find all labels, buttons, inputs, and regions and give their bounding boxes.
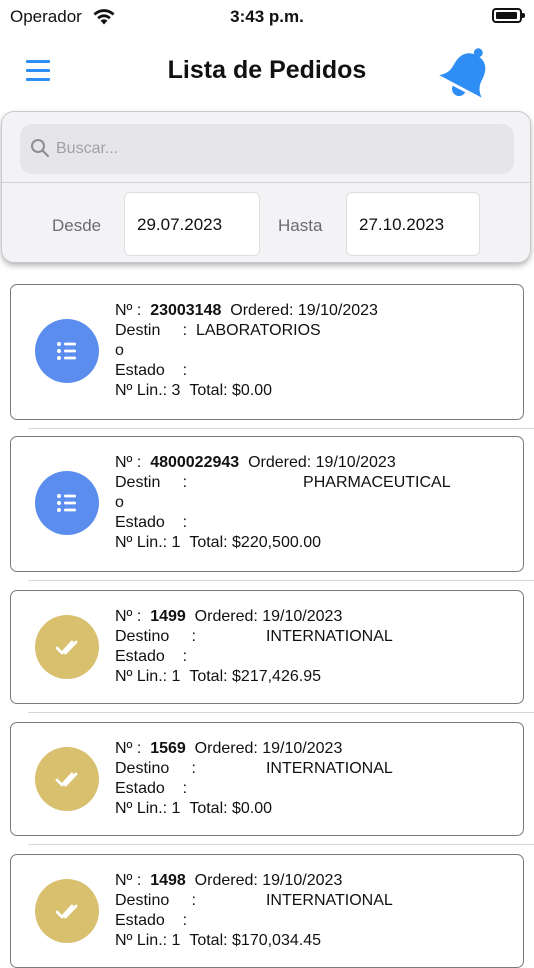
- order-card[interactable]: Nº : 23003148 Ordered: 19/10/2023 Destin…: [10, 284, 524, 420]
- destination-value: INTERNATIONAL: [265, 628, 393, 645]
- from-date-label: Desde: [52, 216, 102, 235]
- navigation-bar: Lista de Pedidos: [0, 36, 534, 108]
- line-count: Nº Lin.: 1: [115, 800, 181, 817]
- order-date: Ordered: 19/10/2023: [194, 872, 343, 889]
- order-card[interactable]: Nº : 1498 Ordered: 19/10/2023 Destino : I…: [10, 854, 524, 968]
- destination-label: Destino: [115, 892, 170, 909]
- search-bar[interactable]: [20, 124, 514, 174]
- order-number: 23003148: [150, 302, 222, 319]
- order-date: Ordered: 19/10/2023: [194, 740, 343, 757]
- order-total: Total: $220,500.00: [189, 534, 321, 551]
- status-colon: :: [182, 780, 188, 797]
- destination-label-wrap: o: [115, 342, 124, 359]
- to-date-field[interactable]: 27.10.2023: [346, 192, 480, 256]
- double-check-icon: [55, 772, 78, 787]
- clock: 3:43 p.m.: [230, 7, 304, 26]
- status-label: Estado: [115, 514, 165, 531]
- destination-label: Destin: [115, 474, 161, 491]
- order-number-label: Nº :: [115, 740, 142, 757]
- order-card[interactable]: Nº : 1569 Ordered: 19/10/2023 Destino : I…: [10, 722, 524, 836]
- status-bar: Operador 3:43 p.m.: [0, 0, 534, 36]
- destination-label: Destino: [115, 760, 170, 777]
- status-label: Estado: [115, 780, 165, 797]
- status-colon: :: [182, 912, 188, 929]
- to-date-label: Hasta: [278, 216, 323, 235]
- order-card[interactable]: Nº : 4800022943 Ordered: 19/10/2023 Dest…: [10, 436, 524, 572]
- list-icon: [57, 494, 76, 512]
- destination-value: PHARMACEUTICAL: [303, 474, 451, 491]
- order-number: 4800022943: [150, 454, 240, 471]
- double-check-icon: [55, 640, 78, 655]
- status-indicator: [35, 747, 99, 811]
- from-date-field[interactable]: 29.07.2023: [124, 192, 260, 256]
- line-count: Nº Lin.: 3: [115, 382, 181, 399]
- status-indicator: [35, 471, 99, 535]
- status-indicator: [35, 879, 99, 943]
- notification-bell-icon[interactable]: [438, 40, 496, 104]
- destination-label-wrap: o: [115, 494, 124, 511]
- status-label: Estado: [115, 362, 165, 379]
- divider: [2, 182, 530, 183]
- status-label: Estado: [115, 912, 165, 929]
- order-number: 1499: [150, 608, 186, 625]
- filter-panel: Desde 29.07.2023 Hasta 27.10.2023: [2, 112, 530, 262]
- battery-icon: [492, 8, 525, 23]
- order-total: Total: $0.00: [189, 382, 273, 399]
- line-count: Nº Lin.: 1: [115, 534, 181, 551]
- order-total: Total: $217,426.95: [189, 668, 321, 685]
- divider: [28, 844, 534, 845]
- list-icon: [57, 342, 76, 360]
- order-details: Nº : 1569 Ordered: 19/10/2023 Destino : I…: [115, 739, 393, 819]
- order-card[interactable]: Nº : 1499 Ordered: 19/10/2023 Destino : I…: [10, 590, 524, 704]
- order-number-label: Nº :: [115, 454, 142, 471]
- order-details: Nº : 4800022943 Ordered: 19/10/2023 Dest…: [115, 453, 451, 553]
- destination-label: Destin: [115, 322, 161, 339]
- destination-label: Destino: [115, 628, 170, 645]
- search-input[interactable]: [56, 124, 496, 174]
- order-details: Nº : 1499 Ordered: 19/10/2023 Destino : I…: [115, 607, 393, 687]
- order-details: Nº : 1498 Ordered: 19/10/2023 Destino : I…: [115, 871, 393, 951]
- status-indicator: [35, 615, 99, 679]
- order-number-label: Nº :: [115, 872, 142, 889]
- order-date: Ordered: 19/10/2023: [248, 454, 396, 471]
- order-date: Ordered: 19/10/2023: [230, 302, 378, 319]
- order-date: Ordered: 19/10/2023: [194, 608, 343, 625]
- divider: [28, 428, 534, 429]
- search-icon: [31, 139, 50, 158]
- order-number-label: Nº :: [115, 608, 142, 625]
- divider: [28, 712, 534, 713]
- status-colon: :: [182, 362, 188, 379]
- order-total: Total: $0.00: [189, 800, 273, 817]
- order-details: Nº : 23003148 Ordered: 19/10/2023 Destin…: [115, 301, 378, 401]
- destination-value: LABORATORIOS: [195, 322, 321, 339]
- line-count: Nº Lin.: 1: [115, 932, 181, 949]
- double-check-icon: [55, 904, 78, 919]
- order-total: Total: $170,034.45: [189, 932, 321, 949]
- status-colon: :: [182, 648, 188, 665]
- status-label: Estado: [115, 648, 165, 665]
- destination-colon: :: [182, 322, 188, 339]
- order-number-label: Nº :: [115, 302, 142, 319]
- line-count: Nº Lin.: 1: [115, 668, 181, 685]
- order-number: 1569: [150, 740, 186, 757]
- divider: [28, 580, 534, 581]
- status-indicator: [35, 319, 99, 383]
- order-number: 1498: [150, 872, 186, 889]
- destination-value: INTERNATIONAL: [265, 760, 393, 777]
- destination-value: INTERNATIONAL: [265, 892, 393, 909]
- status-colon: :: [182, 514, 188, 531]
